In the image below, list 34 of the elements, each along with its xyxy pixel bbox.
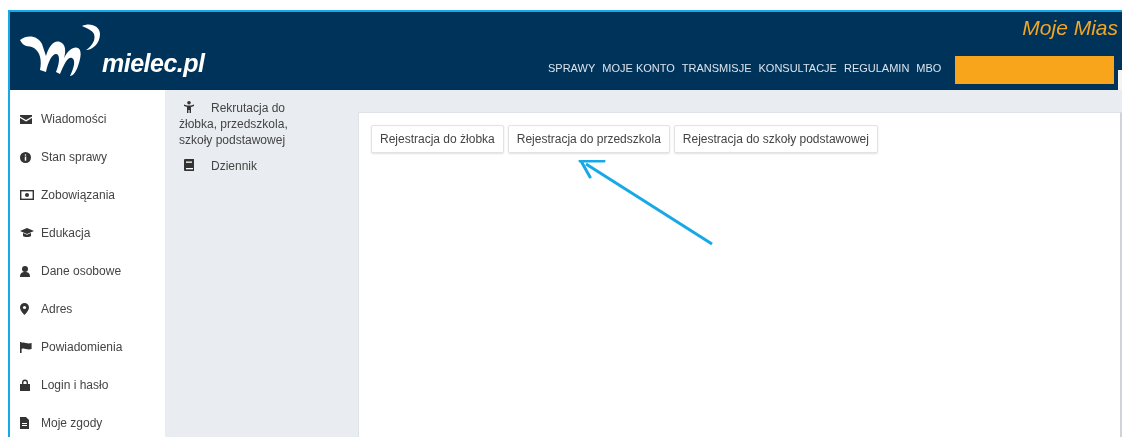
sidebar-item[interactable]: Powiadomienia	[41, 340, 123, 354]
graduation-cap-icon	[20, 228, 34, 238]
flag-icon	[20, 341, 32, 353]
nav-link[interactable]: MOJE KONTO	[602, 62, 675, 74]
envelope-icon	[20, 114, 32, 124]
banknote-icon	[20, 190, 34, 200]
registration-button[interactable]: Rejestracja do żłobka	[371, 125, 504, 153]
user-icon	[20, 265, 30, 277]
nav-link[interactable]: REGULAMIN	[843, 62, 910, 74]
info-icon	[20, 151, 31, 163]
registration-button[interactable]: Rejestracja do szkoły podstawowej	[673, 125, 878, 153]
logo-text[interactable]: mielec.pl	[102, 49, 205, 78]
sidebar-item[interactable]: Dane osobowe	[41, 264, 122, 278]
site-title: Moje Mias	[1022, 16, 1118, 40]
sidebar-item[interactable]: Moje zgody	[41, 416, 103, 430]
lock-icon	[20, 379, 30, 391]
sidebar-item[interactable]: Stan sprawy	[41, 150, 108, 164]
sidebar-item[interactable]: Adres	[41, 302, 73, 316]
user-button[interactable]	[955, 56, 1114, 84]
sidebar-item[interactable]: Zobowiązania	[41, 188, 116, 202]
nav-link[interactable]: MBO	[916, 62, 942, 74]
book-icon	[184, 159, 194, 171]
submenu-link[interactable]: Dziennik	[179, 158, 304, 174]
registration-button[interactable]: Rejestracja do przedszkola	[507, 125, 670, 153]
sidebar-item[interactable]: Edukacja	[41, 226, 91, 240]
sidebar-item[interactable]: Wiadomości	[41, 112, 107, 126]
file-icon	[20, 417, 29, 429]
map-pin-icon	[20, 303, 29, 315]
nav-link[interactable]: TRANSMISJE	[681, 62, 752, 74]
submenu-link[interactable]: Rekrutacja do żłobka, przedszkola, szkoły podstawowej	[179, 100, 304, 148]
nav-link[interactable]: SPRAWY	[548, 62, 596, 74]
sidebar-item[interactable]: Login i hasło	[41, 378, 109, 392]
child-figure-icon	[184, 101, 194, 113]
nav-link[interactable]: KONSULTACJE	[758, 62, 837, 74]
